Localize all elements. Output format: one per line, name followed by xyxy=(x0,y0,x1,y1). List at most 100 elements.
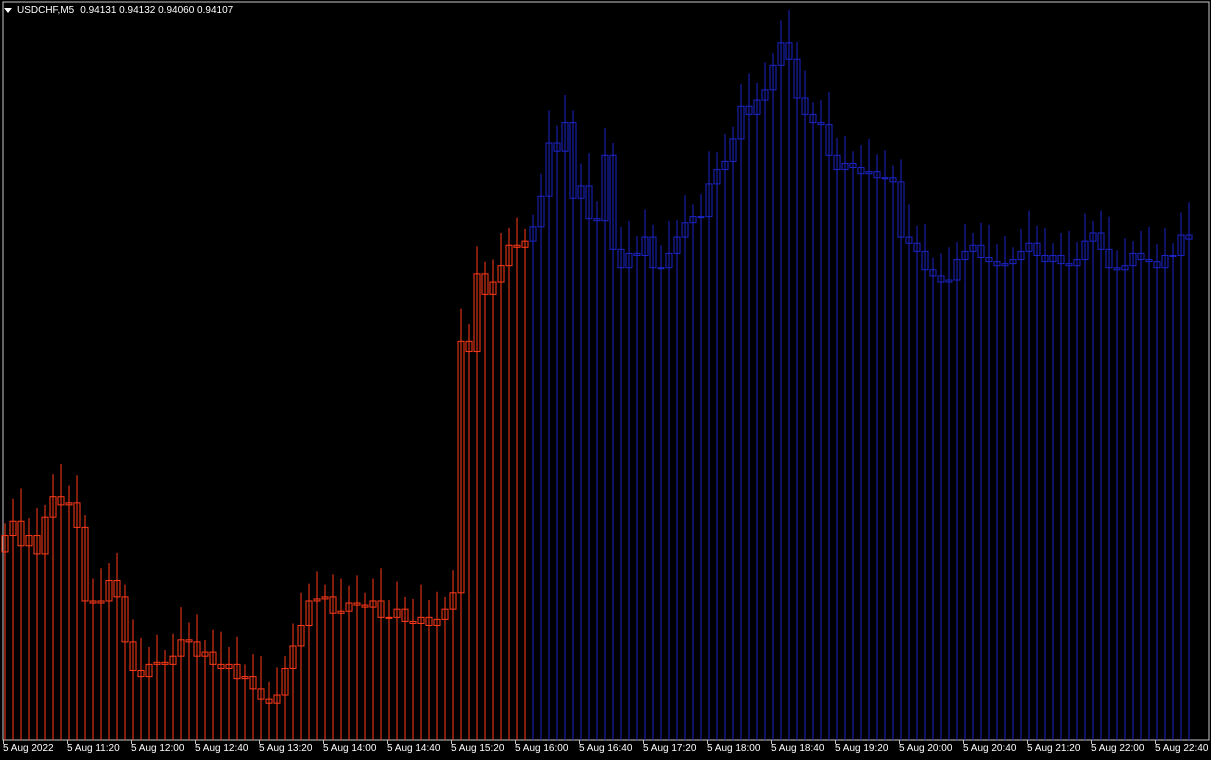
forecast-candle xyxy=(961,223,969,740)
time-tick-label: 5 Aug 21:20 xyxy=(1027,743,1081,754)
forecast-candle xyxy=(801,70,809,740)
forecast-candle xyxy=(721,133,729,740)
forecast-candle xyxy=(777,20,785,740)
history-candle xyxy=(161,650,169,740)
history-candle xyxy=(313,571,321,740)
symbol-label: USDCHF,M5 xyxy=(17,4,75,16)
history-candle xyxy=(505,227,513,740)
forecast-candle xyxy=(993,244,1001,740)
time-tick-label: 5 Aug 11:20 xyxy=(67,743,120,754)
time-tick-label: 5 Aug 20:40 xyxy=(963,743,1017,754)
history-candle xyxy=(321,584,329,740)
history-candle xyxy=(177,607,185,740)
forecast-candle xyxy=(649,224,657,740)
forecast-candle xyxy=(593,201,601,740)
forecast-candle xyxy=(897,159,905,740)
history-candle xyxy=(25,518,33,740)
history-candle xyxy=(385,599,393,740)
history-candle xyxy=(417,584,425,740)
forecast-candle xyxy=(1057,232,1065,740)
close-value: 0.94107 xyxy=(197,4,234,16)
forecast-candle xyxy=(849,151,857,740)
forecast-candle xyxy=(1169,243,1177,740)
history-candle xyxy=(17,488,25,740)
forecast-candle xyxy=(713,152,721,740)
history-candle xyxy=(433,591,441,740)
forecast-candle xyxy=(1041,227,1049,740)
history-candle xyxy=(217,631,225,740)
forecast-candle xyxy=(609,143,617,740)
time-tick-label: 5 Aug 20:00 xyxy=(899,743,953,754)
history-candle xyxy=(65,485,73,740)
chart-window[interactable]: USDCHF,M5 0.94131 0.94132 0.94060 0.9410… xyxy=(0,0,1211,760)
forecast-candle xyxy=(1177,212,1185,740)
dropdown-triangle-icon[interactable] xyxy=(4,8,12,13)
history-candle xyxy=(361,592,369,740)
history-candle xyxy=(81,515,89,740)
forecast-candle xyxy=(737,83,745,740)
forecast-candle xyxy=(689,204,697,740)
forecast-candle xyxy=(1009,247,1017,740)
history-candle xyxy=(185,622,193,740)
forecast-candle xyxy=(889,165,897,740)
history-candle xyxy=(297,592,305,740)
forecast-candle xyxy=(641,209,649,740)
forecast-candle xyxy=(577,163,585,740)
time-tick-label: 5 Aug 14:00 xyxy=(323,743,377,754)
history-candle xyxy=(337,578,345,740)
history-candle xyxy=(193,614,201,740)
time-tick-label: 5 Aug 19:20 xyxy=(835,743,889,754)
forecast-candle xyxy=(673,219,681,740)
history-candle xyxy=(145,646,153,740)
history-candle xyxy=(153,634,161,740)
low-value: 0.94060 xyxy=(158,4,195,16)
forecast-candle xyxy=(953,242,961,740)
forecast-candle xyxy=(873,154,881,740)
time-tick-label: 5 Aug 12:00 xyxy=(131,743,185,754)
forecast-candle xyxy=(1017,228,1025,740)
history-candle xyxy=(49,474,57,740)
history-candle xyxy=(401,596,409,740)
forecast-candle xyxy=(1001,236,1009,740)
time-tick-label: 5 Aug 16:00 xyxy=(515,743,569,754)
candlestick-chart[interactable] xyxy=(0,0,1211,760)
history-candle xyxy=(249,654,257,740)
forecast-candle xyxy=(545,110,553,740)
history-candle xyxy=(73,475,81,740)
forecast-candle xyxy=(1129,241,1137,740)
forecast-candle xyxy=(1137,230,1145,740)
forecast-candle xyxy=(617,226,625,740)
forecast-candle xyxy=(1153,244,1161,740)
forecast-candle xyxy=(745,73,753,740)
forecast-candle xyxy=(865,138,873,740)
history-candle xyxy=(409,598,417,740)
forecast-candle xyxy=(929,257,937,740)
history-candle xyxy=(489,259,497,740)
history-candle xyxy=(465,323,473,740)
history-candle xyxy=(9,498,17,740)
forecast-candle xyxy=(681,195,689,740)
forecast-candle xyxy=(585,153,593,740)
history-candle xyxy=(121,584,129,740)
time-tick-label: 5 Aug 13:20 xyxy=(259,743,313,754)
history-candle xyxy=(329,574,337,740)
history-candle xyxy=(281,656,289,740)
time-axis: 5 Aug 2022 5 Aug 11:20 5 Aug 12:00 5 Aug 12… xyxy=(0,740,1211,760)
forecast-candle xyxy=(1185,202,1193,740)
forecast-candle xyxy=(809,102,817,740)
history-candle xyxy=(57,464,65,740)
history-candle xyxy=(129,619,137,740)
forecast-candle xyxy=(761,62,769,740)
forecast-candle xyxy=(937,253,945,740)
time-tick-label: 5 Aug 18:40 xyxy=(771,743,825,754)
history-candle xyxy=(481,261,489,740)
history-candle xyxy=(257,656,265,740)
forecast-candle xyxy=(817,100,825,740)
history-candle xyxy=(289,623,297,740)
history-candle xyxy=(513,217,521,740)
history-candle xyxy=(89,578,97,740)
forecast-candle xyxy=(1073,242,1081,740)
history-candle xyxy=(497,232,505,740)
forecast-candle xyxy=(1033,225,1041,740)
high-value: 0.94132 xyxy=(119,4,156,16)
